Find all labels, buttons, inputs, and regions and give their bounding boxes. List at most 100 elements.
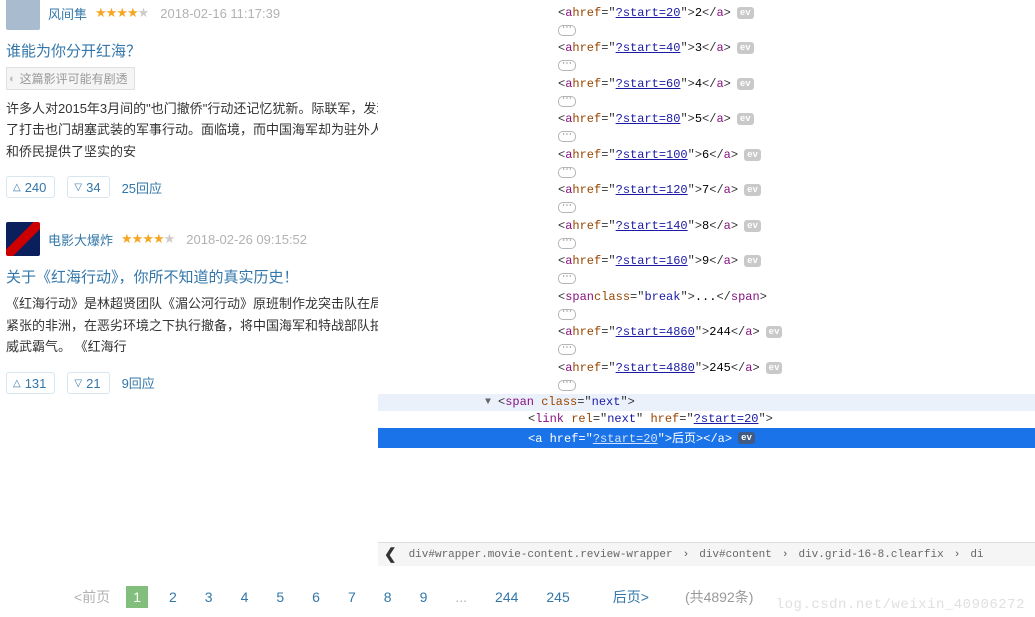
collapsed-node-icon[interactable] xyxy=(558,344,576,355)
review-header: 风间隼 ★★★★★ 2018-02-16 11:17:39 xyxy=(6,0,402,30)
collapsed-node-icon[interactable] xyxy=(558,309,576,320)
devtools-elements-panel: <a href="?start=20">2</a>ev <a href="?sta… xyxy=(378,0,1035,617)
next-page[interactable]: 后页> xyxy=(613,587,649,607)
total-count: (共4892条) xyxy=(685,587,753,607)
page-number[interactable]: 3 xyxy=(198,586,220,608)
event-listener-badge[interactable]: ev xyxy=(737,78,754,90)
down-triangle-icon: ▽ xyxy=(74,378,82,389)
event-listener-badge[interactable]: ev xyxy=(738,432,755,444)
collapsed-node-icon[interactable] xyxy=(558,60,576,71)
dom-node-span-next[interactable]: ▼ <span class="next"> xyxy=(378,394,1035,411)
downvote-button[interactable]: ▽34 xyxy=(67,176,109,198)
collapse-toggle-icon[interactable]: ▼ xyxy=(485,397,491,408)
review-item: 风间隼 ★★★★★ 2018-02-16 11:17:39 谁能为你分开红海？ … xyxy=(6,0,402,198)
href-link[interactable]: ?start=40 xyxy=(616,41,681,55)
spoiler-warning: 这篇影评可能有剧透 xyxy=(6,67,135,90)
page-number[interactable]: 245 xyxy=(539,586,576,608)
dom-node[interactable]: <a href="?start=100">6</a>ev xyxy=(438,146,1035,163)
author-link[interactable]: 电影大爆炸 xyxy=(48,230,113,249)
avatar[interactable] xyxy=(6,0,40,30)
collapsed-node-icon[interactable] xyxy=(558,380,576,391)
review-title[interactable]: 关于《红海行动》，你所不知道的真实历史！ xyxy=(6,266,402,287)
collapsed-node-icon[interactable] xyxy=(558,96,576,107)
star-rating: ★★★★★ xyxy=(95,5,148,21)
href-link[interactable]: ?start=20 xyxy=(694,412,759,426)
upvote-button[interactable]: △131 xyxy=(6,372,55,394)
dom-node[interactable]: <a href="?start=140">8</a>ev xyxy=(438,217,1035,234)
review-timestamp: 2018-02-26 09:15:52 xyxy=(186,232,307,247)
review-item: 电影大爆炸 ★★★★★ 2018-02-26 09:15:52 关于《红海行动》… xyxy=(6,222,402,393)
pagination: <前页 123456789...244245 后页> (共4892条) xyxy=(74,577,1025,617)
href-link[interactable]: ?start=60 xyxy=(616,77,681,91)
page-number[interactable]: 1 xyxy=(126,586,148,608)
page-number[interactable]: 9 xyxy=(413,586,435,608)
upvote-button[interactable]: △240 xyxy=(6,176,55,198)
href-link[interactable]: ?start=4860 xyxy=(616,325,695,339)
chevron-right-icon: › xyxy=(677,549,696,561)
collapsed-node-icon[interactable] xyxy=(558,202,576,213)
star-rating: ★★★★★ xyxy=(121,231,174,247)
href-link[interactable]: ?start=20 xyxy=(616,6,681,20)
dom-node[interactable]: <a href="?start=160">9</a>ev xyxy=(438,253,1035,270)
page-number[interactable]: 8 xyxy=(377,586,399,608)
review-timestamp: 2018-02-16 11:17:39 xyxy=(160,6,280,21)
collapsed-node-icon[interactable] xyxy=(558,167,576,178)
dom-node[interactable]: <a href="?start=120">7</a>ev xyxy=(438,182,1035,199)
event-listener-badge[interactable]: ev xyxy=(744,255,761,267)
avatar[interactable] xyxy=(6,222,40,256)
page-number[interactable]: 5 xyxy=(269,586,291,608)
responses-link[interactable]: 9回应 xyxy=(122,373,155,392)
reviews-pane: 风间隼 ★★★★★ 2018-02-16 11:17:39 谁能为你分开红海？ … xyxy=(0,0,402,617)
event-listener-badge[interactable]: ev xyxy=(737,113,754,125)
review-header: 电影大爆炸 ★★★★★ 2018-02-26 09:15:52 xyxy=(6,222,402,256)
page-number[interactable]: 4 xyxy=(234,586,256,608)
up-triangle-icon: △ xyxy=(13,182,21,193)
event-listener-badge[interactable]: ev xyxy=(744,184,761,196)
breadcrumb-segment[interactable]: di xyxy=(966,549,987,561)
dom-node[interactable]: <a href="?start=80">5</a>ev xyxy=(438,111,1035,128)
href-link[interactable]: ?start=80 xyxy=(616,112,681,126)
event-listener-badge[interactable]: ev xyxy=(744,220,761,232)
breadcrumb-segment[interactable]: div#content xyxy=(695,549,776,561)
breadcrumb-segment[interactable]: div#wrapper.movie-content.review-wrapper xyxy=(405,549,677,561)
downvote-button[interactable]: ▽21 xyxy=(67,372,109,394)
href-link[interactable]: ?start=140 xyxy=(616,219,688,233)
dom-breadcrumb[interactable]: ❮ div#wrapper.movie-content.review-wrapp… xyxy=(378,542,1035,566)
dom-node[interactable]: <a href="?start=20">2</a>ev xyxy=(438,4,1035,21)
collapsed-node-icon[interactable] xyxy=(558,25,576,36)
breadcrumb-back-icon[interactable]: ❮ xyxy=(384,545,405,564)
chevron-right-icon: › xyxy=(948,549,967,561)
event-listener-badge[interactable]: ev xyxy=(744,149,761,161)
page-number[interactable]: 7 xyxy=(341,586,363,608)
dom-node-link[interactable]: <link rel="next" href="?start=20"> xyxy=(378,411,1035,428)
down-triangle-icon: ▽ xyxy=(74,182,82,193)
dom-node[interactable]: <a href="?start=40">3</a>ev xyxy=(438,40,1035,57)
event-listener-badge[interactable]: ev xyxy=(766,326,783,338)
event-listener-badge[interactable]: ev xyxy=(737,7,754,19)
author-link[interactable]: 风间隼 xyxy=(48,4,87,23)
dom-node[interactable]: <a href="?start=4880">245</a>ev xyxy=(438,359,1035,376)
dom-node[interactable]: <a href="?start=60">4</a>ev xyxy=(438,75,1035,92)
dom-node[interactable]: <span class="break">...</span> xyxy=(438,288,1035,305)
href-link[interactable]: ?start=4880 xyxy=(616,361,695,375)
page-ellipsis: ... xyxy=(448,586,474,608)
event-listener-badge[interactable]: ev xyxy=(766,362,783,374)
href-link[interactable]: ?start=120 xyxy=(616,183,688,197)
event-listener-badge[interactable]: ev xyxy=(737,42,754,54)
breadcrumb-segment[interactable]: div.grid-16-8.clearfix xyxy=(794,549,947,561)
collapsed-node-icon[interactable] xyxy=(558,273,576,284)
review-title[interactable]: 谁能为你分开红海？ xyxy=(6,40,402,61)
page-number[interactable]: 244 xyxy=(488,586,525,608)
dom-tree[interactable]: <a href="?start=20">2</a>ev <a href="?sta… xyxy=(378,0,1035,395)
collapsed-node-icon[interactable] xyxy=(558,238,576,249)
dom-node-selected[interactable]: <a href="?start=20">后页></a>ev xyxy=(378,428,1035,448)
href-link[interactable]: ?start=100 xyxy=(616,148,688,162)
dom-node[interactable]: <a href="?start=4860">244</a>ev xyxy=(438,324,1035,341)
responses-link[interactable]: 25回应 xyxy=(122,178,162,197)
collapsed-node-icon[interactable] xyxy=(558,131,576,142)
review-body: 许多人对2015年3月间的"也门撤侨"行动还记忆犹新。际联军，发动了打击也门胡塞… xyxy=(6,98,402,162)
review-body: 《红海行动》是林超贤团队《湄公河行动》原班制作龙突击队在局势紧张的非洲，在恶劣环… xyxy=(6,293,402,357)
page-number[interactable]: 6 xyxy=(305,586,327,608)
page-number[interactable]: 2 xyxy=(162,586,184,608)
href-link[interactable]: ?start=160 xyxy=(616,254,688,268)
